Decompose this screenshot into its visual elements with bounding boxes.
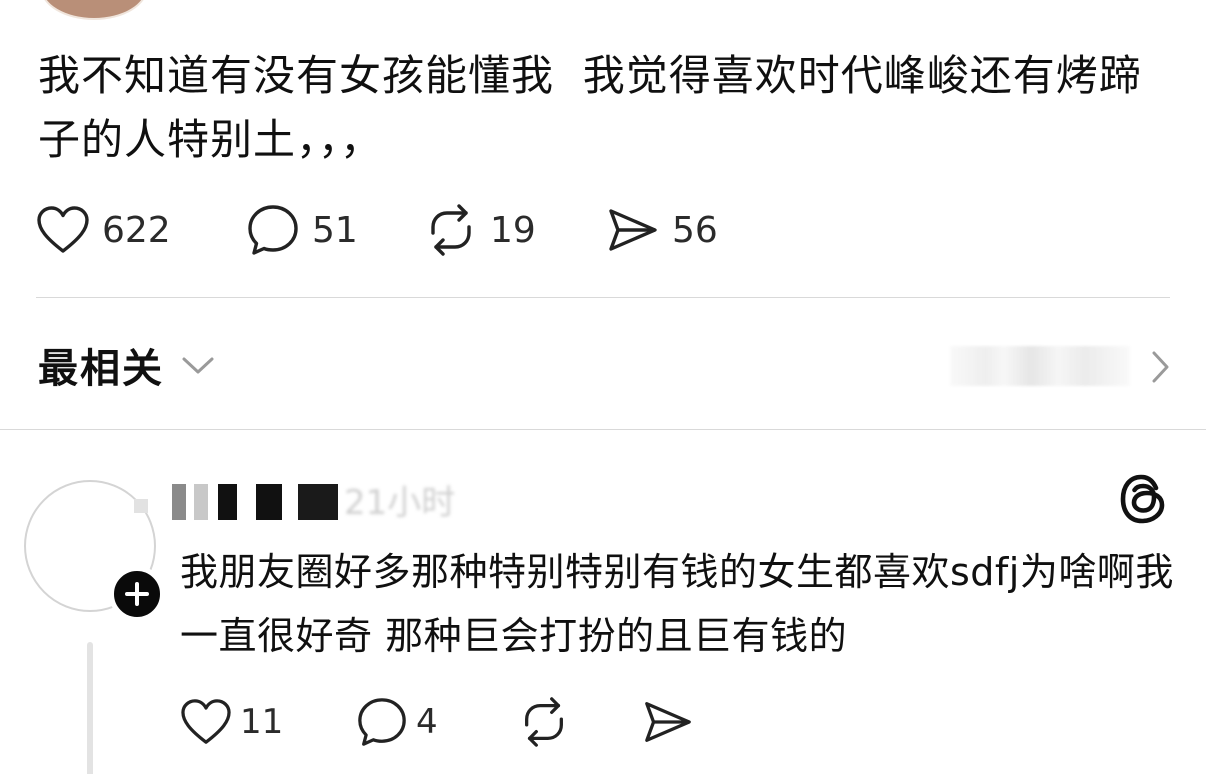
threads-logo-icon[interactable]	[1118, 472, 1168, 526]
sort-label: 最相关	[38, 346, 164, 392]
repost-icon	[431, 204, 471, 256]
reply-repost-button[interactable]	[518, 696, 642, 748]
section-divider	[36, 297, 1170, 298]
send-icon	[609, 209, 657, 251]
threads-post-view: 我不知道有没有女孩能懂我 我觉得喜欢时代峰峻还有烤蹄子的人特别土，，， 622 …	[0, 0, 1206, 774]
comment-button[interactable]: 51	[246, 203, 424, 257]
chevron-right-icon[interactable]	[1146, 348, 1174, 386]
reply-like-count: 11	[240, 702, 284, 742]
share-count: 56	[672, 209, 718, 251]
sort-dropdown[interactable]: 最相关	[38, 336, 218, 394]
like-button[interactable]: 622	[36, 205, 246, 255]
view-activity-link[interactable]	[950, 346, 1130, 386]
repost-count: 19	[490, 209, 536, 251]
reply-comment-button[interactable]: 4	[356, 696, 518, 748]
reply-body-text: 我朋友圈好多那种特别特别有钱的女生都喜欢sdfj为啥啊我一直很好奇 那种巨会打扮…	[180, 550, 1174, 658]
author-avatar[interactable]	[40, 0, 148, 20]
repost-icon	[525, 697, 563, 747]
reply-author-row[interactable]: 21小时	[134, 476, 456, 523]
reply-comment-count: 4	[416, 702, 438, 742]
post-action-bar: 622 51 19 56	[36, 198, 718, 262]
thread-connector-line	[87, 642, 93, 774]
comment-bubble-icon	[248, 205, 298, 255]
post-body-text: 我不知道有没有女孩能懂我 我觉得喜欢时代峰峻还有烤蹄子的人特别土，，，	[38, 51, 1142, 164]
like-count: 622	[102, 209, 171, 251]
reply-action-bar: 11 4	[180, 690, 694, 754]
repost-button[interactable]: 19	[424, 203, 606, 257]
replies-divider	[0, 429, 1206, 430]
reply-like-button[interactable]: 11	[180, 698, 356, 746]
plus-icon	[125, 582, 149, 606]
comment-bubble-icon	[358, 698, 406, 746]
chevron-down-icon	[182, 357, 214, 374]
reply-timestamp: 21小时	[344, 482, 456, 523]
redacted-username	[134, 499, 148, 513]
send-icon	[645, 702, 691, 742]
heart-icon	[181, 699, 231, 744]
share-button[interactable]: 56	[606, 203, 718, 257]
reply-share-button[interactable]	[642, 696, 694, 748]
follow-button[interactable]	[109, 566, 165, 622]
heart-icon	[37, 206, 89, 253]
comment-count: 51	[312, 209, 358, 251]
